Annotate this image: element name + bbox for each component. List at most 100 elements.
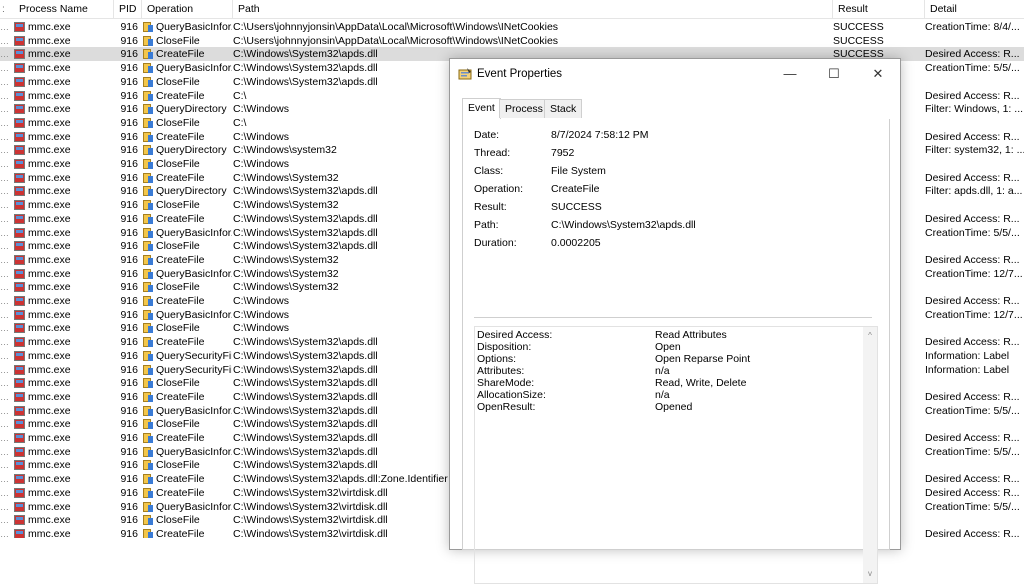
pid-cell: 916 xyxy=(120,390,138,403)
detail-cell: Desired Access: R... xyxy=(925,295,1020,307)
operation-cell: QueryDirectory xyxy=(156,103,227,116)
detail-scrollbar[interactable]: ^ v xyxy=(863,327,877,583)
column-header-path[interactable]: Path xyxy=(233,0,833,18)
operation-cell: QueryDirectory xyxy=(156,185,227,198)
detail-cell: Information: Label xyxy=(925,363,1010,376)
operation-cell: CloseFile xyxy=(156,418,200,431)
prop-value-operation: CreateFile xyxy=(551,183,600,195)
maximize-button[interactable]: ☐ xyxy=(812,59,856,89)
row-overflow-dots: … xyxy=(0,419,9,430)
process-name-cell: mmc.exe xyxy=(28,34,71,47)
detail-cell xyxy=(925,34,1024,48)
result-cell: SUCCESS xyxy=(833,34,884,47)
detail-cell: Information: Label xyxy=(925,349,1010,362)
detail-cell: CreationTime: 12/7... xyxy=(925,267,1023,280)
prop-label-thread: Thread: xyxy=(474,147,511,159)
process-name-cell: mmc.exe xyxy=(28,212,71,225)
table-row[interactable]: … mmc.exe 916 CloseFile C:\Users\johnnyjonsi… xyxy=(0,34,1024,48)
detail-key-desired-access: Desired Access: xyxy=(477,329,553,341)
scroll-down-arrow-icon[interactable]: v xyxy=(863,567,877,581)
path-cell: C:\Users\johnnyjonsin\AppData\Local\Micr… xyxy=(233,21,559,33)
pid-cell: 916 xyxy=(120,486,138,499)
pid-cell: 916 xyxy=(120,240,138,253)
operation-cell: QueryBasicInfor... xyxy=(156,308,232,321)
pid-cell: 916 xyxy=(120,349,138,362)
pid-cell: 916 xyxy=(120,75,138,88)
tab-event[interactable]: Event xyxy=(462,98,501,119)
detail-cell: Desired Access: R... xyxy=(925,48,1020,61)
path-cell: C:\Users\johnnyjonsin\AppData\Local\Micr… xyxy=(233,34,559,47)
table-header: : Process Name PID Operation Path Result… xyxy=(0,0,1024,19)
pid-cell: 916 xyxy=(120,377,138,390)
process-name-cell: mmc.exe xyxy=(28,418,71,431)
operation-cell: CloseFile xyxy=(156,240,200,253)
row-overflow-dots: … xyxy=(0,268,9,279)
operation-cell: CreateFile xyxy=(156,390,205,403)
pid-cell: 916 xyxy=(120,432,138,444)
detail-cell xyxy=(925,458,1024,472)
row-overflow-dots: … xyxy=(0,254,9,265)
process-name-cell: mmc.exe xyxy=(28,459,71,472)
process-name-cell: mmc.exe xyxy=(28,62,71,75)
row-overflow-dots: … xyxy=(0,282,9,293)
process-name-cell: mmc.exe xyxy=(28,103,71,116)
process-name-cell: mmc.exe xyxy=(28,21,71,33)
process-name-cell: mmc.exe xyxy=(28,253,71,266)
process-name-cell: mmc.exe xyxy=(28,514,71,527)
detail-list[interactable]: Desired Access: Read Attributes Disposit… xyxy=(474,326,878,584)
operation-cell: CreateFile xyxy=(156,212,205,225)
tab-process[interactable]: Process xyxy=(499,99,549,118)
process-name-cell: mmc.exe xyxy=(28,199,71,212)
operation-cell: CloseFile xyxy=(156,322,200,335)
prop-label-date: Date: xyxy=(474,129,500,141)
pid-cell: 916 xyxy=(120,267,138,280)
pid-cell: 916 xyxy=(120,418,138,431)
detail-cell xyxy=(925,417,1024,431)
operation-cell: QuerySecurityFile xyxy=(156,349,232,362)
pid-cell: 916 xyxy=(120,103,138,116)
column-header-detail[interactable]: Detail xyxy=(925,0,1024,18)
process-name-cell: mmc.exe xyxy=(28,308,71,321)
pid-cell: 916 xyxy=(120,322,138,335)
prop-value-date: 8/7/2024 7:58:12 PM xyxy=(551,129,649,141)
process-name-cell: mmc.exe xyxy=(28,89,71,102)
row-overflow-dots: … xyxy=(0,309,9,320)
minimize-button[interactable]: — xyxy=(768,59,812,89)
process-name-cell: mmc.exe xyxy=(28,445,71,458)
operation-cell: QueryBasicInfor... xyxy=(156,21,232,33)
column-header-result[interactable]: Result xyxy=(833,0,925,18)
prop-label-path: Path: xyxy=(474,219,499,231)
row-overflow-dots: … xyxy=(0,145,9,156)
pid-cell: 916 xyxy=(120,473,138,486)
table-row[interactable]: … mmc.exe 916 QueryBasicInfor... C:\Users\jo… xyxy=(0,20,1024,34)
operation-cell: CloseFile xyxy=(156,158,200,170)
column-header-operation[interactable]: Operation xyxy=(142,0,233,18)
pid-cell: 916 xyxy=(120,295,138,307)
pid-cell: 916 xyxy=(120,445,138,458)
row-overflow-dots: … xyxy=(0,460,9,471)
row-overflow-dots: … xyxy=(0,474,9,485)
row-overflow-dots: … xyxy=(0,364,9,375)
pid-cell: 916 xyxy=(120,459,138,472)
process-name-cell: mmc.exe xyxy=(28,116,71,129)
row-overflow-dots: … xyxy=(0,22,9,32)
tab-stack[interactable]: Stack xyxy=(544,99,583,118)
detail-cell: Desired Access: R... xyxy=(925,432,1020,444)
column-header-process-name[interactable]: Process Name xyxy=(14,0,114,18)
process-name-cell: mmc.exe xyxy=(28,500,71,513)
prop-value-path: C:\Windows\System32\apds.dll xyxy=(551,219,696,231)
detail-key-sharemode: ShareMode: xyxy=(477,377,535,389)
dialog-titlebar[interactable]: Event Properties — ☐ ✕ xyxy=(450,59,900,89)
process-name-cell: mmc.exe xyxy=(28,48,71,61)
detail-cell: Desired Access: R... xyxy=(925,527,1020,538)
process-name-cell: mmc.exe xyxy=(28,240,71,253)
row-overflow-dots: … xyxy=(0,159,9,169)
process-name-cell: mmc.exe xyxy=(28,404,71,417)
operation-cell: CloseFile xyxy=(156,377,200,390)
close-button[interactable]: ✕ xyxy=(856,59,900,89)
detail-cell: CreationTime: 5/5/... xyxy=(925,500,1020,513)
pid-cell: 916 xyxy=(120,281,138,294)
scroll-up-arrow-icon[interactable]: ^ xyxy=(863,329,877,343)
column-header-pid[interactable]: PID xyxy=(114,0,142,18)
row-overflow-dots: … xyxy=(0,515,9,526)
